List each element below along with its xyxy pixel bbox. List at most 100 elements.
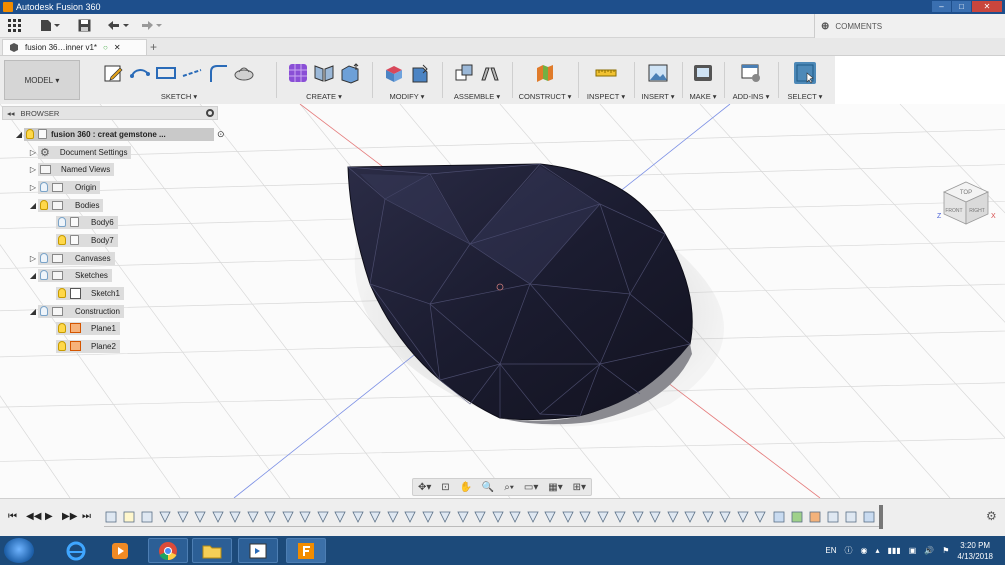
new-tab-icon[interactable]: +: [150, 40, 157, 54]
power-icon[interactable]: ▣: [909, 546, 917, 555]
close-tab-icon[interactable]: ✕: [114, 43, 121, 52]
visibility-bulb-icon[interactable]: [40, 270, 48, 280]
browser-item-bodies[interactable]: ◢ Bodies: [28, 198, 104, 212]
extrude-icon[interactable]: [339, 62, 361, 84]
visibility-bulb-icon[interactable]: [58, 341, 66, 351]
play-icon[interactable]: ▶: [45, 511, 53, 522]
pin-browser-icon[interactable]: [206, 109, 214, 117]
display-settings-icon[interactable]: ▭▾: [524, 482, 538, 493]
make-group-label[interactable]: MAKE: [689, 92, 710, 101]
expand-arrow-icon[interactable]: ▷: [28, 254, 38, 263]
timeline-features[interactable]: [104, 507, 880, 527]
look-at-icon[interactable]: ⊡: [441, 482, 449, 493]
viewport-canvas[interactable]: [0, 104, 1005, 498]
viewcube-top-face[interactable]: TOP: [960, 190, 972, 196]
select-group-label[interactable]: SELECT: [788, 92, 817, 101]
create-group-label[interactable]: CREATE: [306, 92, 336, 101]
file-explorer-icon[interactable]: [192, 538, 232, 563]
browser-item-origin[interactable]: ▷ Origin: [28, 180, 101, 194]
expand-arrow-icon[interactable]: ▷: [28, 148, 38, 157]
show-hidden-icons-icon[interactable]: ▴: [875, 546, 879, 555]
start-button[interactable]: [4, 538, 34, 563]
insert-image-icon[interactable]: [647, 62, 669, 84]
comments-panel-header[interactable]: ⊕ COMMENTS: [814, 14, 1005, 38]
grid-settings-icon[interactable]: ▦▾: [548, 482, 562, 493]
activate-component-icon[interactable]: ⊙: [217, 129, 225, 140]
document-tab[interactable]: fusion 36…inner v1* ○ ✕: [2, 39, 147, 55]
viewcube-front-face[interactable]: FRONT: [945, 208, 962, 214]
modify-group-label[interactable]: MODIFY: [390, 92, 419, 101]
print-3d-icon[interactable]: [692, 62, 714, 84]
collapse-arrow-icon[interactable]: ◢: [28, 307, 38, 316]
orbit-icon[interactable]: ✥▾: [418, 482, 431, 493]
press-pull-icon[interactable]: [383, 62, 405, 84]
new-component-icon[interactable]: [453, 62, 475, 84]
media-player-icon[interactable]: [100, 538, 140, 563]
visibility-bulb-icon[interactable]: [40, 253, 48, 263]
browser-item-named-views[interactable]: ▷ Named Views: [28, 162, 115, 176]
browser-panel-header[interactable]: ◂◂ BROWSER: [2, 106, 218, 120]
browser-item-sketches[interactable]: ◢ Sketches: [28, 268, 112, 282]
remote-app-icon[interactable]: [238, 538, 278, 563]
internet-explorer-icon[interactable]: [56, 538, 96, 563]
visibility-bulb-icon[interactable]: [40, 182, 48, 192]
workspace-switcher-button[interactable]: MODEL ▾: [4, 60, 80, 100]
fillet-sketch-icon[interactable]: [207, 62, 229, 84]
browser-root-row[interactable]: ◢ fusion 360 : creat gemstone ... ⊙: [14, 127, 225, 141]
mirror-icon[interactable]: [313, 62, 335, 84]
browser-item-sketch1[interactable]: Sketch1: [46, 286, 124, 300]
browser-item-document-settings[interactable]: ▷ ⚙ Document Settings: [28, 145, 132, 159]
system-clock[interactable]: 3:20 PM 4/13/2018: [957, 540, 993, 562]
grid-menu-icon[interactable]: [8, 19, 21, 35]
pan-icon[interactable]: ✋: [460, 482, 472, 493]
shell-icon[interactable]: [409, 62, 431, 84]
go-to-end-icon[interactable]: ⏭: [82, 511, 91, 522]
create-sketch-icon[interactable]: [103, 62, 125, 84]
assemble-group-label[interactable]: ASSEMBLE: [454, 92, 494, 101]
line-icon[interactable]: [181, 62, 203, 84]
insert-group-label[interactable]: INSERT: [641, 92, 668, 101]
construct-plane-icon[interactable]: [534, 62, 556, 84]
browser-item-body7[interactable]: Body7: [46, 233, 118, 247]
visibility-bulb-icon[interactable]: [58, 235, 66, 245]
add-comment-icon[interactable]: ⊕: [821, 21, 829, 32]
rectangle-icon[interactable]: [155, 62, 177, 84]
timeline-marker[interactable]: [879, 505, 883, 529]
browser-item-construction[interactable]: ◢ Construction: [28, 304, 124, 318]
construct-group-label[interactable]: CONSTRUCT: [519, 92, 566, 101]
visibility-bulb-icon[interactable]: [58, 288, 66, 298]
viewcube[interactable]: TOP FRONT RIGHT X Z: [936, 178, 996, 232]
measure-icon[interactable]: [595, 62, 617, 84]
redo-icon[interactable]: [139, 19, 163, 35]
help-icon[interactable]: ⓘ: [844, 545, 852, 556]
step-forward-icon[interactable]: ▶▶: [62, 511, 77, 522]
collapse-arrow-icon[interactable]: ◢: [28, 201, 38, 210]
visibility-bulb-icon[interactable]: [40, 200, 48, 210]
undo-icon[interactable]: [106, 19, 130, 35]
visibility-bulb-icon[interactable]: [58, 217, 66, 227]
chrome-icon[interactable]: [148, 538, 188, 563]
step-back-icon[interactable]: ◀◀: [26, 511, 41, 522]
timeline-settings-gear-icon[interactable]: ⚙: [986, 509, 997, 523]
3d-viewport[interactable]: TOP FRONT RIGHT X Z: [0, 104, 1005, 498]
browser-item-plane2[interactable]: Plane2: [46, 339, 120, 353]
box-grid-icon[interactable]: [287, 62, 309, 84]
timeline-track[interactable]: [104, 507, 880, 527]
browser-item-body6[interactable]: Body6: [46, 215, 118, 229]
expand-arrow-icon[interactable]: ▷: [28, 165, 38, 174]
viewcube-right-face[interactable]: RIGHT: [969, 208, 985, 214]
sketch-group-label[interactable]: SKETCH: [161, 92, 191, 101]
viewports-icon[interactable]: ⊞▾: [573, 482, 586, 493]
maximize-button[interactable]: □: [952, 1, 971, 12]
volume-icon[interactable]: 🔊: [924, 546, 934, 555]
browser-item-plane1[interactable]: Plane1: [46, 321, 120, 335]
collapse-arrow-icon[interactable]: ◢: [14, 130, 24, 139]
joint-icon[interactable]: [479, 62, 501, 84]
file-menu-icon[interactable]: [40, 19, 60, 35]
scripts-icon[interactable]: [740, 62, 762, 84]
network-icon[interactable]: ▮▮▮: [887, 546, 900, 555]
inspect-group-label[interactable]: INSPECT: [587, 92, 619, 101]
loft-icon[interactable]: [233, 62, 255, 84]
collapse-arrow-icon[interactable]: ◢: [28, 271, 38, 280]
action-center-icon[interactable]: ⚑: [942, 546, 949, 555]
